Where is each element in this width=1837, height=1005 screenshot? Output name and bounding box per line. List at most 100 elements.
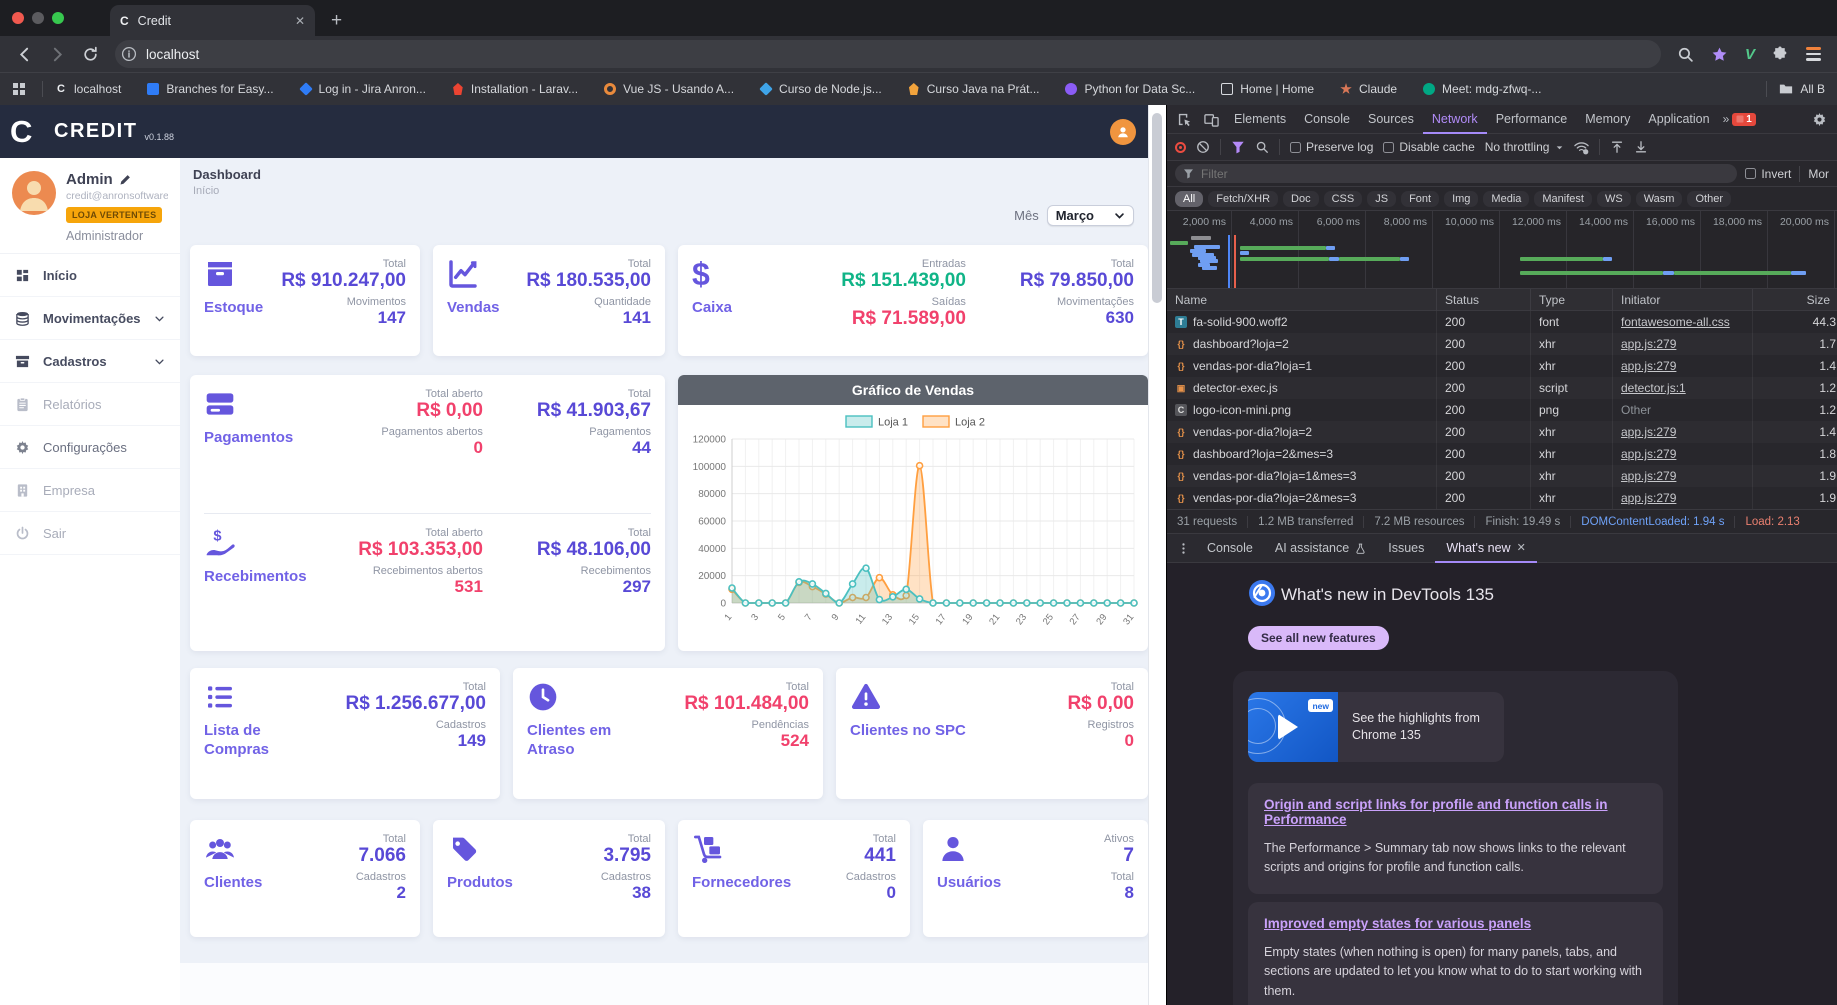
bookmark-item[interactable]: Claude (1340, 82, 1397, 96)
sales-line-chart[interactable]: 0200004000060000800001000001200001 3 5 7 9 11… (678, 405, 1148, 651)
bookmark-item[interactable]: Clocalhost (55, 82, 121, 96)
vue-devtools-icon[interactable]: V (1745, 46, 1755, 63)
header-avatar[interactable] (1110, 118, 1136, 145)
drawer-tab-whats-new[interactable]: What's new ✕ (1435, 533, 1536, 563)
more-filters-label[interactable]: Mor (1808, 167, 1829, 181)
request-row[interactable]: Tfa-solid-900.woff2 200 font fontawesome-al… (1167, 311, 1837, 333)
sidebar-item-configuracoes[interactable]: Configurações (0, 426, 180, 469)
devtools-tab-sources[interactable]: Sources (1359, 105, 1423, 134)
tab-close-icon[interactable]: ✕ (295, 14, 305, 28)
request-row[interactable]: {} vendas-por-dia?loja=2&mes=3 200 xhr app.j… (1167, 487, 1837, 509)
bookmark-item[interactable]: Home | Home (1221, 82, 1314, 96)
month-select[interactable]: Março (1046, 205, 1134, 226)
card-estoque[interactable]: Estoque Total R$ 910.247,00 Movimentos 1… (190, 245, 420, 356)
request-row[interactable]: Clogo-icon-mini.png 200 png Other 1.2 (1167, 399, 1837, 421)
sidebar-item-relatorios[interactable]: Relatórios (0, 383, 180, 426)
export-har-icon[interactable] (1634, 140, 1648, 154)
preserve-log-checkbox[interactable]: Preserve log (1290, 140, 1373, 154)
bookmark-item[interactable]: Log in - Jira Anron... (298, 82, 426, 96)
network-overview-timeline[interactable]: 2,000 ms 4,000 ms 6,000 ms 8,000 ms 10,000 m… (1167, 211, 1837, 289)
card-clientes-spc[interactable]: Clientes no SPC Total R$ 0,00 Registros … (836, 668, 1148, 799)
feature-link[interactable]: Origin and script links for profile and … (1264, 797, 1608, 827)
bookmark-item[interactable]: Curso Java na Prát... (908, 82, 1039, 96)
card-fornecedores[interactable]: Fornecedores Total 441 Cadastros 0 (678, 820, 910, 937)
disable-cache-checkbox[interactable]: Disable cache (1383, 140, 1475, 154)
clear-network-log-icon[interactable] (1196, 140, 1210, 154)
filter-chip-js[interactable]: JS (1367, 190, 1397, 207)
request-initiator[interactable]: detector.js:1 (1621, 381, 1686, 395)
drawer-tab-ai-assistance[interactable]: AI assistance (1264, 533, 1377, 563)
request-row[interactable]: {} vendas-por-dia?loja=2 200 xhr app.js:279 1… (1167, 421, 1837, 443)
request-initiator[interactable]: app.js:279 (1621, 425, 1676, 439)
window-minimize-button[interactable] (32, 12, 44, 24)
bookmark-item[interactable]: Python for Data Sc... (1065, 82, 1195, 96)
drawer-tab-console[interactable]: Console (1196, 533, 1264, 563)
extensions-puzzle-icon[interactable] (1772, 46, 1789, 63)
error-badge[interactable]: 1 (1732, 112, 1756, 126)
bookmark-item[interactable]: Branches for Easy... (147, 82, 274, 96)
browser-menu-icon[interactable] (1806, 47, 1821, 61)
devtools-settings-gear-icon[interactable] (1806, 112, 1833, 127)
new-tab-button[interactable]: + (331, 10, 342, 32)
all-bookmarks-button[interactable]: All B (1779, 82, 1825, 96)
forward-icon[interactable] (49, 46, 66, 63)
throttling-dropdown[interactable]: No throttling (1485, 140, 1565, 154)
see-all-features-button[interactable]: See all new features (1248, 626, 1389, 650)
network-filter-input[interactable] (1175, 164, 1738, 183)
request-row[interactable]: ▣ detector-exec.js 200 script detector.js:1 1… (1167, 377, 1837, 399)
sidebar-item-cadastros[interactable]: Cadastros (0, 340, 180, 383)
request-initiator[interactable]: app.js:279 (1621, 337, 1676, 351)
card-pagamentos-recebimentos[interactable]: Pagamentos Total aberto R$ 0,00 Pagament… (190, 375, 665, 651)
column-header-size[interactable]: Size (1753, 289, 1837, 311)
devtools-tab-network[interactable]: Network (1423, 105, 1487, 134)
sidebar-item-empresa[interactable]: Empresa (0, 469, 180, 512)
request-initiator[interactable]: fontawesome-all.css (1621, 315, 1730, 329)
filter-funnel-icon[interactable] (1231, 140, 1245, 154)
more-tabs-icon[interactable]: » (1719, 112, 1733, 126)
search-icon[interactable] (1677, 46, 1694, 63)
devtools-tab-memory[interactable]: Memory (1576, 105, 1639, 134)
scrollbar-thumb[interactable] (1152, 113, 1162, 303)
sidebar-item-movimentacoes[interactable]: Movimentações (0, 297, 180, 340)
filter-chip-doc[interactable]: Doc (1283, 190, 1319, 207)
bookmark-item[interactable]: Curso de Node.js... (759, 82, 882, 96)
record-network-log-icon[interactable] (1175, 141, 1186, 153)
edit-pencil-icon[interactable] (119, 174, 131, 186)
card-lista-compras[interactable]: Lista de Compras Total R$ 1.256.677,00 C… (190, 668, 500, 799)
bookmark-item[interactable]: Vue JS - Usando A... (604, 82, 734, 96)
filter-chip-wasm[interactable]: Wasm (1635, 190, 1683, 207)
filter-chip-media[interactable]: Media (1483, 190, 1530, 207)
card-clientes-atraso[interactable]: Clientes em Atraso Total R$ 101.484,00 P… (513, 668, 823, 799)
site-info-icon[interactable] (121, 46, 137, 62)
filter-chip-css[interactable]: CSS (1323, 190, 1363, 207)
devtools-tab-performance[interactable]: Performance (1487, 105, 1577, 134)
filter-chip-fetchxhr[interactable]: Fetch/XHR (1208, 190, 1279, 207)
close-icon[interactable]: ✕ (1517, 533, 1526, 563)
card-produtos[interactable]: Produtos Total 3.795 Cadastros 38 (433, 820, 665, 937)
filter-chip-font[interactable]: Font (1401, 190, 1440, 207)
filter-chip-all[interactable]: All (1175, 190, 1204, 207)
column-header-initiator[interactable]: Initiator (1613, 289, 1753, 311)
column-header-type[interactable]: Type (1531, 289, 1613, 311)
window-close-button[interactable] (12, 12, 24, 24)
feature-link[interactable]: Improved empty states for various panels (1264, 916, 1531, 931)
request-initiator[interactable]: app.js:279 (1621, 359, 1676, 373)
filter-chip-img[interactable]: Img (1444, 190, 1479, 207)
filter-chip-ws[interactable]: WS (1596, 190, 1631, 207)
filter-chip-other[interactable]: Other (1687, 190, 1731, 207)
request-row[interactable]: {} vendas-por-dia?loja=1&mes=3 200 xhr app.j… (1167, 465, 1837, 487)
import-har-icon[interactable] (1610, 140, 1624, 154)
request-initiator[interactable]: app.js:279 (1621, 447, 1676, 461)
avatar[interactable] (12, 171, 56, 215)
sidebar-item-inicio[interactable]: Início (0, 254, 180, 297)
bookmark-item[interactable]: Installation - Larav... (452, 82, 578, 96)
page-scrollbar[interactable] (1148, 105, 1166, 1005)
window-zoom-button[interactable] (52, 12, 64, 24)
video-thumbnail[interactable]: new (1248, 692, 1338, 762)
search-network-icon[interactable] (1255, 140, 1269, 154)
card-vendas[interactable]: Vendas Total R$ 180.535,00 Quantidade 14… (433, 245, 665, 356)
card-caixa[interactable]: $ Caixa Entradas R$ 151.439,00 Saídas R$… (678, 245, 1148, 356)
request-row[interactable]: {} dashboard?loja=2 200 xhr app.js:279 1.7 (1167, 333, 1837, 355)
column-header-status[interactable]: Status (1437, 289, 1531, 311)
inspect-element-icon[interactable] (1171, 112, 1198, 127)
